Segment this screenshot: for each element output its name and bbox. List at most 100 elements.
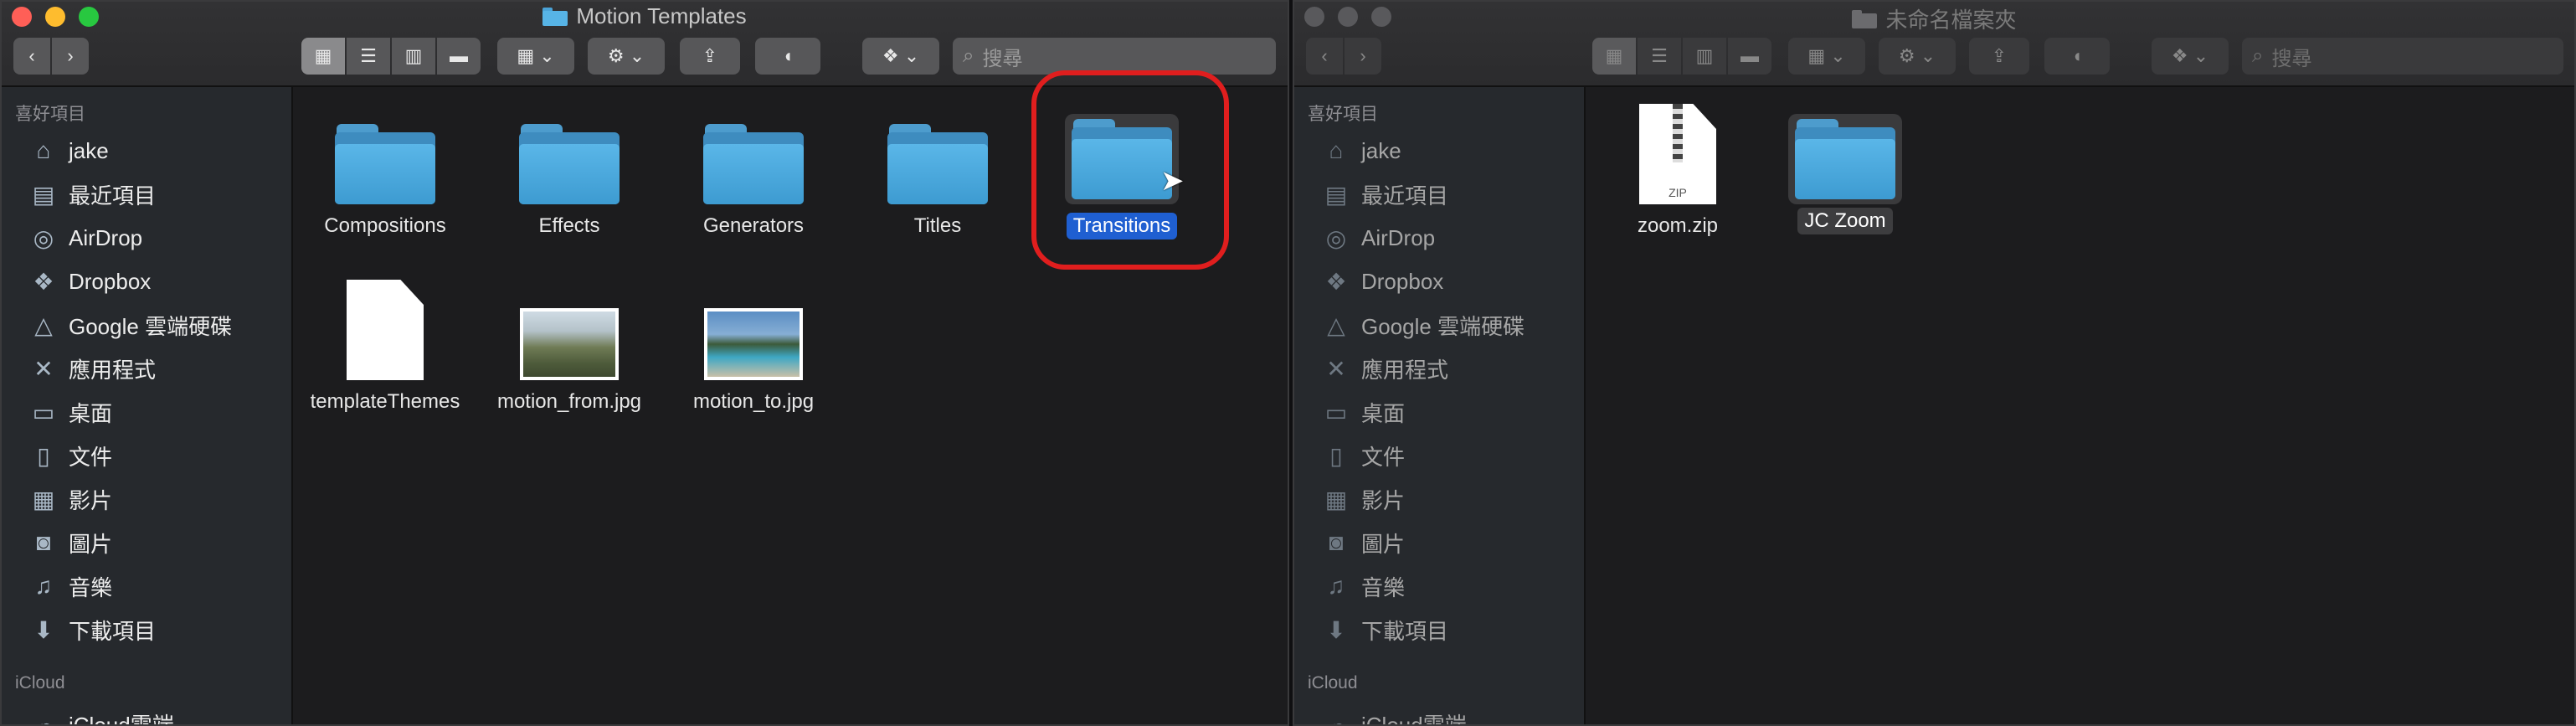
sidebar-item-applications[interactable]: ✕ 應用程式 xyxy=(28,348,156,389)
folder-icon xyxy=(1795,119,1895,199)
sidebar-item-pictures[interactable]: ◙ 圖片 xyxy=(1321,523,1405,563)
sidebar-item-desktop[interactable]: ▭ 桌面 xyxy=(1321,392,1405,432)
column-view-button[interactable]: ▥ xyxy=(1683,38,1726,75)
file-item-folder[interactable]: Generators xyxy=(661,87,846,239)
sidebar-item-movies[interactable]: ▦ 影片 xyxy=(1321,479,1405,519)
file-item-image[interactable]: motion_to.jpg xyxy=(661,280,846,415)
annotation-circle xyxy=(1031,70,1229,270)
file-item-folder-selected[interactable]: JC Zoom xyxy=(1753,87,1937,234)
group-by-button[interactable]: ▦ ⌄ xyxy=(497,38,574,75)
sidebar-item-label: Google 雲端硬碟 xyxy=(1361,313,1525,339)
search-placeholder: 搜尋 xyxy=(982,47,1023,70)
sidebar-item-dropbox[interactable]: ❖ Dropbox xyxy=(28,261,151,301)
applications-icon: ✕ xyxy=(33,355,54,382)
search-field[interactable]: ⌕ 搜尋 xyxy=(953,38,1276,75)
airdrop-icon: ◎ xyxy=(1325,224,1347,251)
nav-buttons: ‹ › xyxy=(13,37,89,75)
applications-icon: ✕ xyxy=(1326,355,1346,382)
tag-icon: ◖ xyxy=(782,45,794,66)
sidebar-item-desktop[interactable]: ▭ 桌面 xyxy=(28,392,112,432)
sidebar-item-dropbox[interactable]: ❖ Dropbox xyxy=(1321,261,1443,301)
sidebar-item-label: Dropbox xyxy=(69,268,152,294)
share-button[interactable]: ⇪ xyxy=(680,38,740,75)
file-item-folder[interactable]: Effects xyxy=(477,87,661,239)
zip-badge: ZIP xyxy=(1668,186,1687,199)
file-browser: Compositions Effects Generators Titles T… xyxy=(293,70,1288,724)
window-title-text: 未命名檔案夾 xyxy=(1885,8,2017,33)
sidebar-item-label: 文件 xyxy=(1361,444,1406,470)
sidebar-item-google-drive[interactable]: △ Google 雲端硬碟 xyxy=(1321,305,1525,345)
sidebar-item-icloud-drive[interactable]: ☁ iCloud雲端 xyxy=(1321,703,1467,725)
sidebar-item-applications[interactable]: ✕ 應用程式 xyxy=(1321,348,1448,389)
sidebar-item-google-drive[interactable]: △ Google 雲端硬碟 xyxy=(28,305,232,345)
file-item-folder[interactable]: Compositions xyxy=(293,87,477,239)
gallery-icon: ▬ xyxy=(1740,45,1759,66)
gallery-view-button[interactable]: ▬ xyxy=(1728,38,1771,75)
documents-icon: ▯ xyxy=(37,442,50,469)
sidebar-item-downloads[interactable]: ⬇ 下載項目 xyxy=(1321,610,1448,650)
sidebar-item-label: iCloud雲端 xyxy=(69,712,174,726)
sidebar-item-home[interactable]: ⌂ jake xyxy=(1321,131,1401,171)
sidebar-item-documents[interactable]: ▯ 文件 xyxy=(1321,435,1405,476)
forward-button[interactable]: › xyxy=(52,38,89,75)
sidebar-item-home[interactable]: ⌂ jake xyxy=(28,131,109,171)
titlebar[interactable]: 未命名檔案夾 ‹ › ▦ ☰ ▥ ▬ ▦ ⌄ ⚙ ⌄ ⇪ ◖ ❖ ⌄ ⌕ 搜尋 xyxy=(1294,2,2574,87)
file-name-selected: JC Zoom xyxy=(1797,208,1893,234)
sidebar-item-label: AirDrop xyxy=(1361,224,1436,250)
file-item-folder[interactable]: Titles xyxy=(846,87,1030,239)
favorites-header: 喜好項目 xyxy=(15,105,85,124)
tags-button[interactable]: ◖ xyxy=(755,38,820,75)
image-thumbnail xyxy=(704,308,803,380)
back-button[interactable]: ‹ xyxy=(13,38,50,75)
recents-icon: ▤ xyxy=(1324,181,1348,208)
desktop-icon: ▭ xyxy=(32,399,55,425)
sidebar-item-label: 圖片 xyxy=(69,531,113,557)
list-view-button[interactable]: ☰ xyxy=(1638,38,1681,75)
window-title: Motion Templates xyxy=(2,3,1288,29)
action-menu-button[interactable]: ⚙ ⌄ xyxy=(588,38,665,75)
sidebar-item-pictures[interactable]: ◙ 圖片 xyxy=(28,523,112,563)
file-item-zip[interactable]: ZIP zoom.zip xyxy=(1586,87,1770,239)
forward-button[interactable]: › xyxy=(1345,38,1381,75)
sidebar-item-label: 應用程式 xyxy=(1361,357,1449,383)
gear-icon: ⚙ ⌄ xyxy=(1898,45,1936,66)
file-item-image[interactable]: motion_from.jpg xyxy=(477,280,661,415)
google-drive-icon: △ xyxy=(1327,312,1345,338)
icon-view-button[interactable]: ▦ xyxy=(301,38,345,75)
tags-button[interactable]: ◖ xyxy=(2044,38,2110,75)
gallery-view-button[interactable]: ▬ xyxy=(437,38,481,75)
image-thumbnail xyxy=(520,308,619,380)
cloud-icon: ☁ xyxy=(32,710,55,726)
list-view-button[interactable]: ☰ xyxy=(347,38,390,75)
sidebar-item-movies[interactable]: ▦ 影片 xyxy=(28,479,112,519)
group-by-button[interactable]: ▦ ⌄ xyxy=(1788,38,1865,75)
home-icon: ⌂ xyxy=(1329,137,1344,163)
column-view-button[interactable]: ▥ xyxy=(392,38,435,75)
sidebar-item-icloud-drive[interactable]: ☁ iCloud雲端 xyxy=(28,703,174,726)
share-button[interactable]: ⇪ xyxy=(1969,38,2029,75)
file-name: Titles xyxy=(913,214,962,237)
sidebar-item-downloads[interactable]: ⬇ 下載項目 xyxy=(28,610,156,650)
folder-icon xyxy=(542,7,568,26)
file-browser: ZIP zoom.zip JC Zoom xyxy=(1586,87,2574,724)
sidebar-item-recents[interactable]: ▤ 最近項目 xyxy=(1321,174,1448,214)
sidebar-item-music[interactable]: ♫ 音樂 xyxy=(28,566,113,606)
sidebar-item-documents[interactable]: ▯ 文件 xyxy=(28,435,112,476)
sidebar-item-label: 桌面 xyxy=(1361,400,1406,426)
action-menu-button[interactable]: ⚙ ⌄ xyxy=(1879,38,1956,75)
sidebar-item-label: 最近項目 xyxy=(1361,183,1449,209)
sidebar-item-label: 音樂 xyxy=(69,574,113,600)
downloads-icon: ⬇ xyxy=(33,616,54,643)
dropbox-toolbar-button[interactable]: ❖ ⌄ xyxy=(862,38,939,75)
sidebar-item-airdrop[interactable]: ◎ AirDrop xyxy=(28,218,142,258)
search-field[interactable]: ⌕ 搜尋 xyxy=(2242,38,2563,75)
dropbox-toolbar-button[interactable]: ❖ ⌄ xyxy=(2152,38,2229,75)
sidebar-item-airdrop[interactable]: ◎ AirDrop xyxy=(1321,218,1435,258)
file-item-document[interactable]: templateThemes xyxy=(293,280,477,415)
sidebar-item-recents[interactable]: ▤ 最近項目 xyxy=(28,174,156,214)
icloud-header: iCloud xyxy=(1308,673,1358,693)
back-button[interactable]: ‹ xyxy=(1306,38,1343,75)
icon-view-button[interactable]: ▦ xyxy=(1592,38,1636,75)
sidebar-item-music[interactable]: ♫ 音樂 xyxy=(1321,566,1406,606)
dropbox-icon: ❖ ⌄ xyxy=(882,45,920,66)
